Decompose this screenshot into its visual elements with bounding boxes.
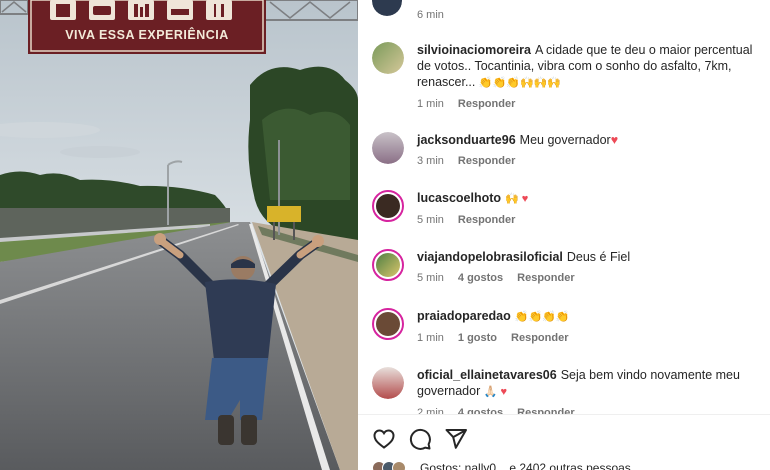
reply-button[interactable]: Responder xyxy=(517,270,574,286)
family-icon xyxy=(128,0,154,20)
post-photo: VIVA ESSA EXPERIÊNCIA xyxy=(0,0,358,470)
comments-list[interactable]: 6 min silvioinaciomoreira A cidade que te… xyxy=(358,0,770,414)
comment-emojis: 🙏🏻 ♥ xyxy=(483,386,508,398)
avatar[interactable] xyxy=(372,367,404,399)
comment-likes[interactable]: 4 gostos xyxy=(458,405,503,414)
heart-emoji: ♥ xyxy=(610,133,619,147)
comment-icon[interactable] xyxy=(408,427,432,451)
comment-likes[interactable]: 1 gosto xyxy=(458,330,497,346)
comment-time: 1 min xyxy=(417,332,444,344)
avatar[interactable] xyxy=(372,0,402,16)
reply-button[interactable]: Responder xyxy=(458,212,515,228)
restaurant-icon xyxy=(206,0,232,20)
avatar[interactable] xyxy=(372,308,404,340)
bus-icon xyxy=(89,0,115,20)
reply-button[interactable]: Responder xyxy=(458,153,515,169)
likes-summary[interactable]: Gostos: nally0... e 2402 outras pessoas xyxy=(420,461,631,470)
building-icon xyxy=(50,0,76,20)
comments-panel: 6 min silvioinaciomoreira A cidade que te… xyxy=(358,0,770,470)
liked-by-avatars[interactable] xyxy=(372,461,420,470)
comment-username[interactable]: lucascoelhoto xyxy=(417,191,501,205)
comment-emojis: 🙌 ♥ xyxy=(505,193,529,205)
post-actions: Gostos: nally0... e 2402 outras pessoas xyxy=(358,414,770,470)
comment-text: Meu governador xyxy=(519,133,611,147)
comment-time: 5 min xyxy=(417,272,444,284)
comment-time: 5 min xyxy=(417,214,444,226)
comment-emojis: 👏👏👏👏 xyxy=(514,311,570,323)
share-icon[interactable] xyxy=(444,427,468,451)
sign-text: VIVA ESSA EXPERIÊNCIA xyxy=(65,28,229,42)
avatar[interactable] xyxy=(372,132,404,164)
comment-username[interactable]: viajandopelobrasiloficial xyxy=(417,250,563,264)
comment-time: 1 min xyxy=(417,98,444,110)
welcome-sign: VIVA ESSA EXPERIÊNCIA xyxy=(28,0,266,54)
avatar[interactable] xyxy=(372,42,404,74)
hotel-icon xyxy=(167,0,193,20)
comment-text: Deus é Fiel xyxy=(566,250,631,264)
comment-time: 6 min xyxy=(417,9,444,21)
comment-likes[interactable]: 4 gostos xyxy=(458,270,503,286)
comment-username[interactable]: praiadoparedao xyxy=(417,309,511,323)
comment-username[interactable]: silvioinaciomoreira xyxy=(417,43,531,57)
comment-username[interactable]: oficial_ellainetavares06 xyxy=(417,368,557,382)
avatar[interactable] xyxy=(372,190,404,222)
comment-username[interactable]: jacksonduarte96 xyxy=(417,133,516,147)
reply-button[interactable]: Responder xyxy=(511,330,568,346)
comment-time: 2 min xyxy=(417,407,444,414)
reply-button[interactable]: Responder xyxy=(517,405,574,414)
comment-emojis: 👏👏👏🙌🙌🙌 xyxy=(478,77,562,89)
heart-icon[interactable] xyxy=(372,427,396,451)
avatar[interactable] xyxy=(372,249,404,281)
comment-time: 3 min xyxy=(417,155,444,167)
reply-button[interactable]: Responder xyxy=(458,96,515,112)
